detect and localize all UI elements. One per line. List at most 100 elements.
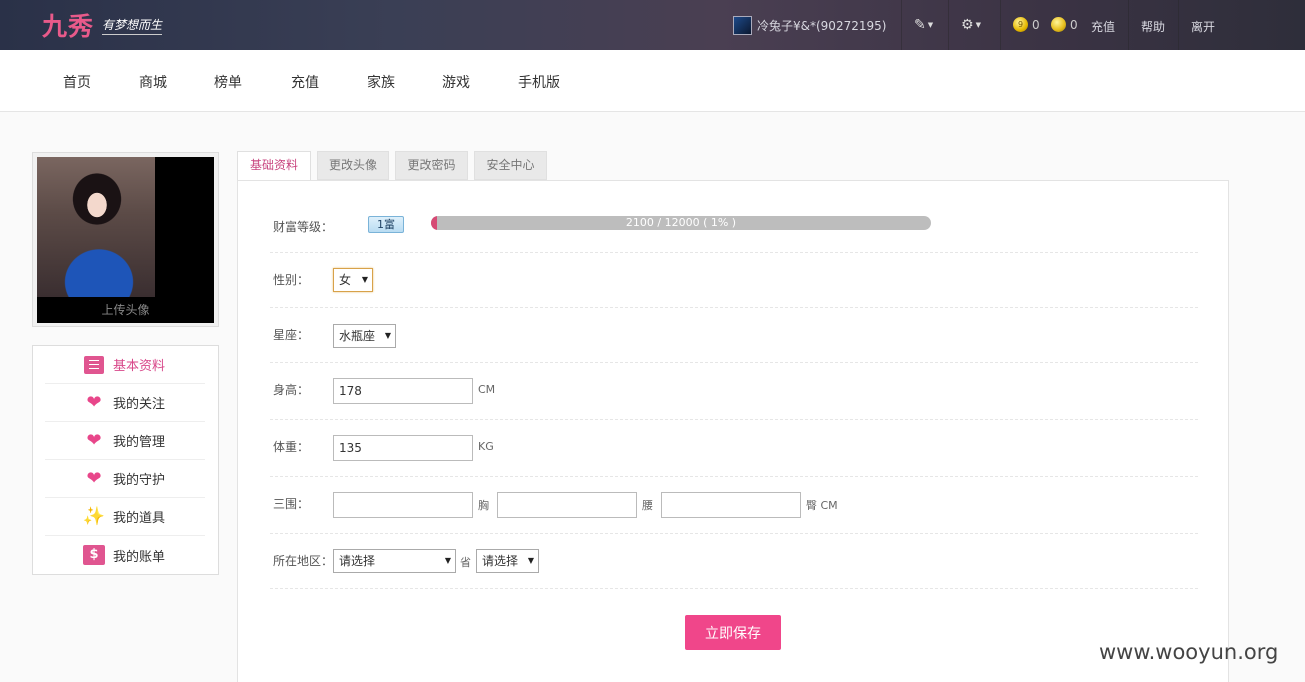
bill-icon: $ — [83, 545, 105, 565]
top-bar: 九秀 有梦想而生 冷兔子¥&*(90272195) ✎ ▼ ⚙ ▼ 9 0 0 充值… — [0, 0, 1305, 50]
help-link[interactable]: 帮助 — [1141, 18, 1165, 35]
upload-avatar-label[interactable]: 上传头像 — [37, 301, 214, 318]
waist-unit: 腰 — [642, 499, 653, 512]
divider — [948, 0, 949, 50]
logo-slogan: 有梦想而生 — [102, 16, 163, 35]
main-nav: 首页 商城 榜单 充值 家族 游戏 手机版 — [0, 50, 1305, 112]
hip-input[interactable] — [661, 492, 801, 518]
divider — [1000, 0, 1001, 50]
wealth-progress-bar: 2100 / 12000 ( 1% ) — [431, 216, 931, 230]
zodiac-label: 星座： — [273, 328, 310, 342]
gold-coin-balance: 9 0 — [1013, 17, 1040, 32]
region-row: 所在地区： 请选择 ▼ 省 请选择 ▼ — [270, 534, 1198, 589]
sidebar-item-label: 我的账单 — [113, 549, 166, 565]
sidebar-item-props[interactable]: ✨ 我的道具 — [45, 498, 205, 536]
weight-unit: KG — [478, 440, 494, 453]
divider — [901, 0, 902, 50]
weight-row: 体重： KG — [270, 420, 1198, 477]
site-logo[interactable]: 九秀 有梦想而生 — [42, 8, 163, 42]
bust-input[interactable] — [333, 492, 473, 518]
profile-form-panel: 财富等级： 1富 2100 / 12000 ( 1% ) 性别： 女 ▼ 星座：… — [237, 180, 1229, 682]
sidebar-item-basic-info[interactable]: 基本资料 — [45, 346, 205, 384]
measurements-row: 三围： 胸 腰 臀 CM — [270, 477, 1198, 534]
gold-coin-icon: 9 — [1013, 17, 1028, 32]
save-button[interactable]: 立即保存 — [685, 615, 781, 650]
nav-mobile[interactable]: 手机版 — [518, 72, 560, 92]
sidebar-item-label: 基本资料 — [113, 359, 166, 374]
fruit-count: 0 — [1070, 17, 1078, 32]
tab-change-password[interactable]: 更改密码 — [395, 151, 468, 180]
province-unit: 省 — [460, 556, 471, 569]
zodiac-row: 星座： 水瓶座 ▼ — [270, 308, 1198, 363]
logo-main-text: 九秀 — [42, 12, 95, 41]
edit-icon[interactable]: ✎ ▼ — [914, 17, 933, 33]
waist-input[interactable] — [497, 492, 637, 518]
sidebar-item-label: 我的关注 — [113, 397, 166, 412]
heart-icon: ❤ — [86, 391, 102, 413]
chevron-down-icon: ▼ — [527, 556, 534, 565]
fruit-balance: 0 — [1051, 17, 1078, 32]
magic-wand-icon: ✨ — [82, 505, 106, 527]
tab-change-avatar[interactable]: 更改头像 — [317, 151, 389, 180]
gender-row: 性别： 女 ▼ — [270, 253, 1198, 308]
city-value: 请选择 — [482, 554, 519, 568]
height-label: 身高： — [273, 383, 310, 397]
recharge-link[interactable]: 充值 — [1091, 18, 1115, 35]
nav-home[interactable]: 首页 — [63, 72, 91, 92]
wealth-row: 财富等级： 1富 2100 / 12000 ( 1% ) — [270, 181, 1198, 253]
sidebar-item-bills[interactable]: $ 我的账单 — [45, 536, 205, 574]
user-info[interactable]: 冷兔子¥&*(90272195) — [733, 15, 886, 35]
side-menu: 基本资料 ❤ 我的关注 ❤ 我的管理 ❤ 我的守护 ✨ 我的道具 $ 我的账单 — [32, 345, 219, 575]
fruit-icon — [1051, 17, 1066, 32]
sidebar-item-guard[interactable]: ❤ 我的守护 — [45, 460, 205, 498]
gender-select[interactable]: 女 ▼ — [333, 268, 373, 292]
gender-value: 女 — [339, 273, 352, 287]
tab-security-center[interactable]: 安全中心 — [474, 151, 547, 180]
heart-icon: ❤ — [86, 429, 102, 451]
region-label: 所在地区： — [273, 554, 334, 568]
divider — [1178, 0, 1179, 50]
height-unit: CM — [478, 383, 496, 396]
gold-coin-count: 0 — [1032, 17, 1040, 32]
sidebar-item-follows[interactable]: ❤ 我的关注 — [45, 384, 205, 422]
province-value: 请选择 — [339, 554, 376, 568]
hip-unit: 臀 CM — [806, 499, 838, 512]
nav-recharge[interactable]: 充值 — [291, 72, 319, 92]
profile-avatar[interactable]: 上传头像 — [37, 157, 214, 323]
divider — [1128, 0, 1129, 50]
weight-label: 体重： — [273, 440, 310, 454]
leave-link[interactable]: 离开 — [1191, 18, 1215, 35]
list-icon — [83, 355, 105, 375]
measurements-label: 三围： — [273, 497, 310, 511]
chevron-down-icon: ▼ — [444, 556, 451, 565]
chevron-down-icon: ▼ — [361, 275, 368, 284]
province-select[interactable]: 请选择 ▼ — [333, 549, 456, 573]
bust-unit: 胸 — [478, 499, 489, 512]
settings-gear-icon[interactable]: ⚙ ▼ — [961, 17, 981, 33]
city-select[interactable]: 请选择 ▼ — [476, 549, 539, 573]
watermark: www.wooyun.org — [1099, 640, 1279, 664]
user-avatar[interactable] — [733, 15, 752, 35]
sidebar-item-label: 我的管理 — [113, 435, 166, 450]
heart-icon: ❤ — [86, 467, 102, 489]
sidebar-item-label: 我的守护 — [113, 473, 166, 488]
wealth-progress-text: 2100 / 12000 ( 1% ) — [625, 216, 737, 229]
nav-family[interactable]: 家族 — [367, 72, 395, 92]
weight-input[interactable] — [333, 435, 473, 461]
sidebar-item-label: 我的道具 — [113, 511, 166, 526]
avatar-box: 上传头像 — [32, 152, 219, 327]
gender-label: 性别： — [273, 273, 310, 287]
height-input[interactable] — [333, 378, 473, 404]
zodiac-select[interactable]: 水瓶座 ▼ — [333, 324, 396, 348]
nav-games[interactable]: 游戏 — [442, 72, 470, 92]
nav-ranking[interactable]: 榜单 — [214, 72, 242, 92]
chevron-down-icon: ▼ — [384, 331, 391, 340]
sidebar-item-management[interactable]: ❤ 我的管理 — [45, 422, 205, 460]
nav-mall[interactable]: 商城 — [139, 72, 167, 92]
zodiac-value: 水瓶座 — [339, 329, 376, 343]
tab-basic-info[interactable]: 基础资料 — [237, 151, 311, 181]
profile-photo — [37, 157, 155, 297]
height-row: 身高： CM — [270, 363, 1198, 420]
username[interactable]: 冷兔子¥&*(90272195) — [757, 17, 886, 34]
wealth-label: 财富等级： — [273, 220, 334, 234]
